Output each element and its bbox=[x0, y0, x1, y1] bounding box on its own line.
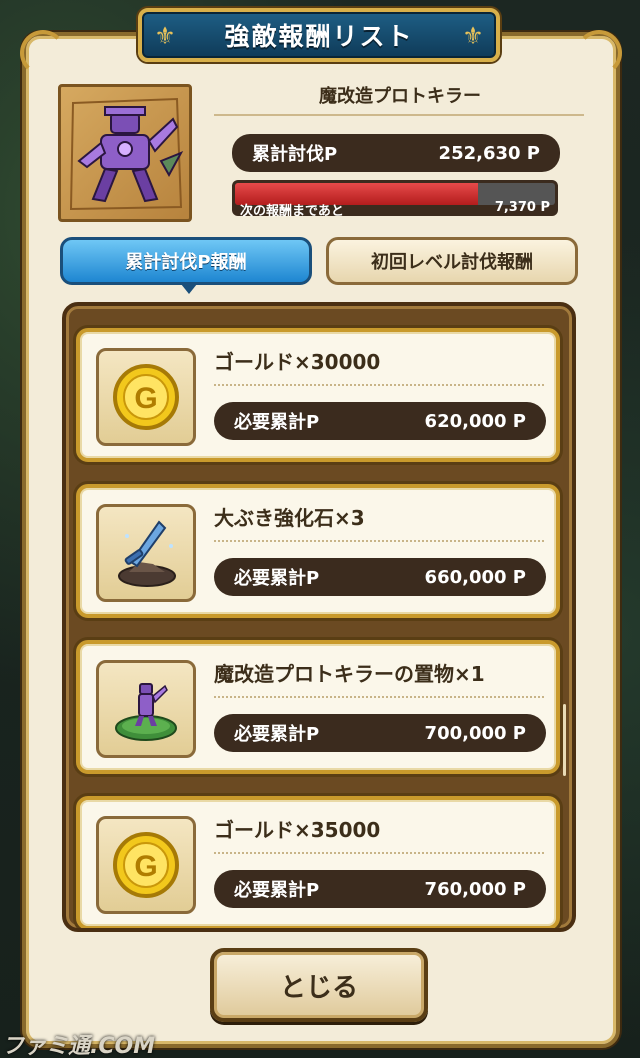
reward-icon-frame bbox=[96, 660, 196, 758]
required-points: 必要累計P 620,000 P bbox=[214, 402, 546, 440]
fleur-de-lis-icon: ⚜ bbox=[154, 22, 176, 50]
reward-icon-frame: G bbox=[96, 816, 196, 914]
tab-first-level-defeat[interactable]: 初回レベル討伐報酬 bbox=[326, 237, 578, 285]
tab-cumulative-points[interactable]: 累計討伐P報酬 bbox=[60, 237, 312, 294]
total-points-value: 252,630 P bbox=[438, 142, 540, 164]
list-item: G ゴールド×30000 必要累計P 620,000 P bbox=[76, 328, 560, 462]
reward-icon-frame bbox=[96, 504, 196, 602]
list-item: 大ぶき強化石×3 必要累計P 660,000 P bbox=[76, 484, 560, 618]
figurine-icon bbox=[115, 683, 177, 741]
list-item: 魔改造プロトキラーの置物×1 必要累計P 700,000 P bbox=[76, 640, 560, 774]
corner-ornament bbox=[576, 30, 622, 76]
page-title: 強敵報酬リスト bbox=[224, 22, 414, 51]
gold-coin-icon: G bbox=[113, 832, 179, 898]
boss-portrait bbox=[58, 84, 192, 222]
total-points-label: 累計討伐P bbox=[252, 144, 338, 165]
scrollbar[interactable] bbox=[563, 704, 566, 776]
boss-name: 魔改造プロトキラー bbox=[319, 86, 481, 107]
reward-name: 大ぶき強化石×3 bbox=[214, 506, 365, 530]
divider bbox=[214, 114, 584, 120]
total-points-display: 累計討伐P 252,630 P bbox=[232, 134, 560, 172]
required-points: 必要累計P 660,000 P bbox=[214, 558, 546, 596]
next-reward-progress: 次の報酬まであと 7,370 P bbox=[232, 180, 558, 219]
corner-ornament bbox=[20, 30, 66, 76]
next-reward-label: 次の報酬まであと bbox=[240, 204, 344, 219]
required-points: 必要累計P 700,000 P bbox=[214, 714, 546, 752]
next-reward-value: 7,370 P bbox=[494, 200, 550, 215]
gold-coin-icon: G bbox=[113, 364, 179, 430]
weapon-upgrade-stone-icon bbox=[118, 520, 176, 587]
close-button[interactable]: とじる bbox=[210, 948, 428, 1022]
reward-name: ゴールド×30000 bbox=[214, 350, 381, 374]
list-item: G ゴールド×35000 必要累計P 760,000 P bbox=[76, 796, 560, 928]
title-banner: ⚜ 強敵報酬リスト ⚜ bbox=[138, 8, 500, 62]
fleur-de-lis-icon: ⚜ bbox=[462, 22, 484, 50]
svg-text:G: G bbox=[134, 382, 157, 415]
reward-icon-frame: G bbox=[96, 348, 196, 446]
killer-machine-icon bbox=[69, 97, 184, 211]
reward-list[interactable]: G ゴールド×30000 必要累計P 620,000 P 大ぶき強化石×3 必要… bbox=[62, 302, 576, 932]
reward-name: ゴールド×35000 bbox=[214, 818, 381, 842]
watermark-logo: ファミ通.COM bbox=[2, 1034, 156, 1058]
svg-text:G: G bbox=[134, 850, 157, 883]
reward-name: 魔改造プロトキラーの置物×1 bbox=[214, 662, 485, 686]
required-points: 必要累計P 760,000 P bbox=[214, 870, 546, 908]
